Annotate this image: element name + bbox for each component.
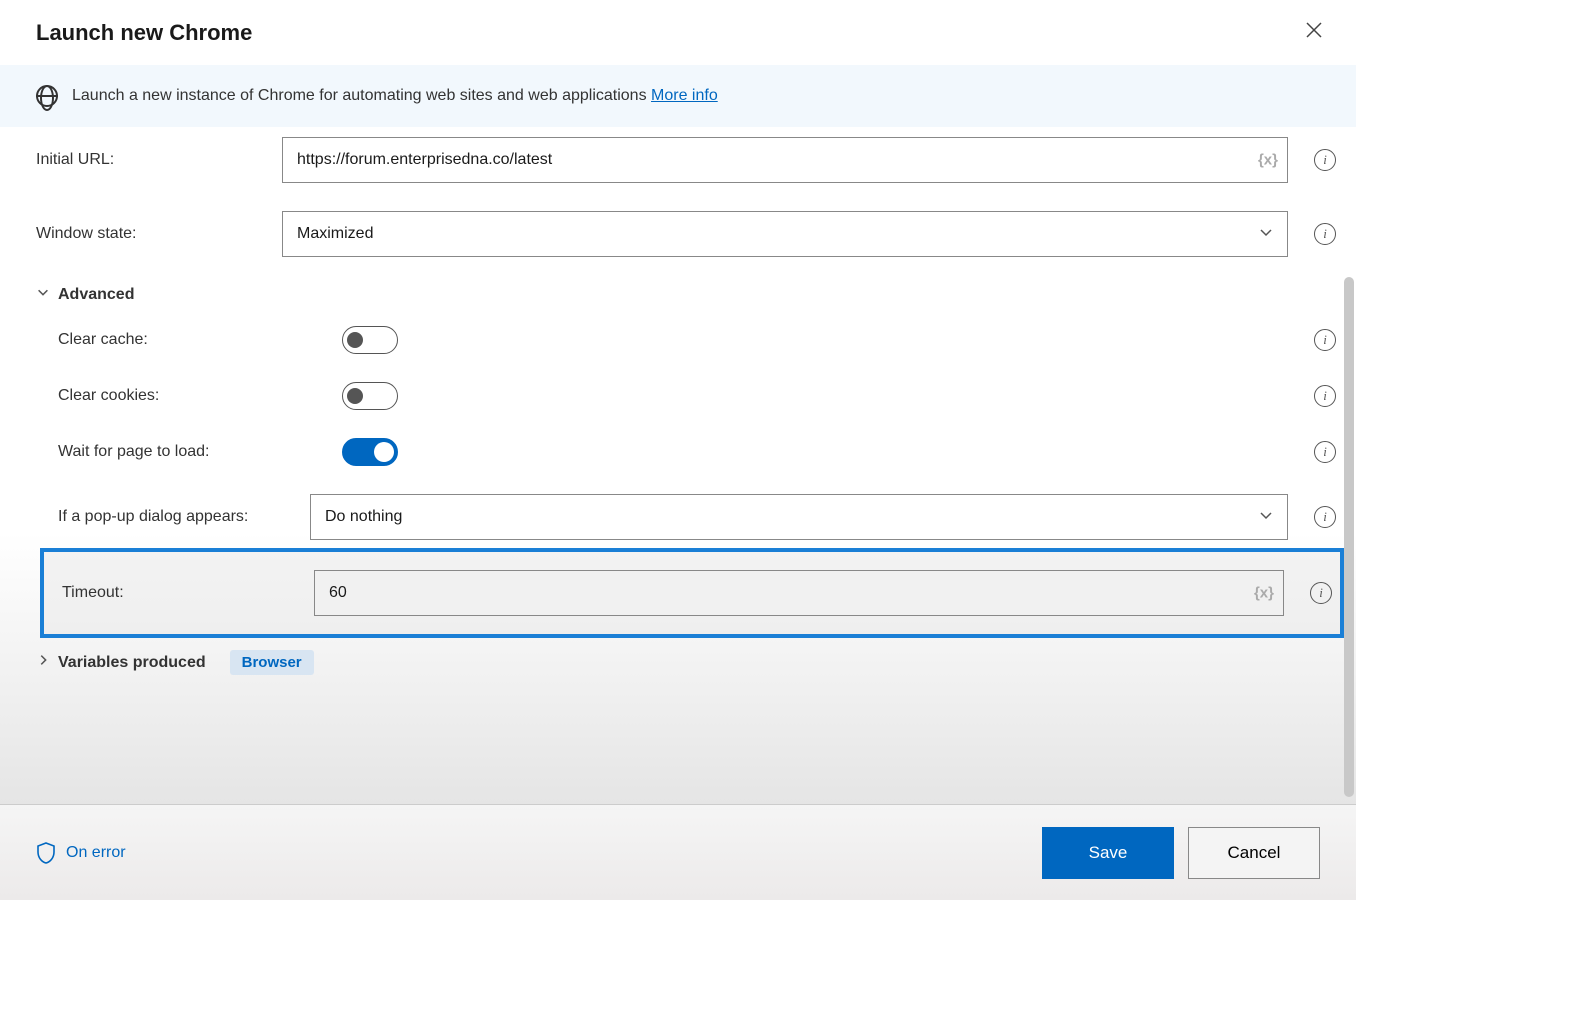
row-timeout: Timeout: {x} i xyxy=(44,570,1332,616)
shield-icon xyxy=(36,842,56,864)
info-icon[interactable]: i xyxy=(1314,441,1336,463)
advanced-contents: Clear cache: i Clear cookies: i Wait for… xyxy=(36,326,1336,638)
clear-cookies-toggle[interactable] xyxy=(342,382,398,410)
dialog-header: Launch new Chrome xyxy=(0,0,1356,65)
row-popup: If a pop-up dialog appears: i xyxy=(58,494,1336,540)
window-state-select[interactable] xyxy=(282,211,1288,257)
timeout-label: Timeout: xyxy=(62,584,298,602)
window-state-label: Window state: xyxy=(36,225,266,243)
dialog-title: Launch new Chrome xyxy=(36,20,252,46)
row-clear-cookies: Clear cookies: i xyxy=(58,382,1336,410)
wait-page-label: Wait for page to load: xyxy=(58,443,288,461)
banner-text: Launch a new instance of Chrome for auto… xyxy=(72,87,718,105)
info-icon[interactable]: i xyxy=(1310,582,1332,604)
advanced-section-toggle[interactable]: Advanced xyxy=(36,285,1336,304)
timeout-highlight: Timeout: {x} i xyxy=(40,548,1344,638)
close-button[interactable] xyxy=(1300,16,1328,49)
footer-buttons: Save Cancel xyxy=(1042,827,1320,879)
popup-label: If a pop-up dialog appears: xyxy=(58,508,294,526)
variables-produced-toggle[interactable]: Variables produced Browser xyxy=(36,650,1336,675)
close-icon xyxy=(1306,22,1322,38)
launch-chrome-dialog: Launch new Chrome Launch a new instance … xyxy=(0,0,1356,900)
on-error-label: On error xyxy=(66,844,126,862)
row-clear-cache: Clear cache: i xyxy=(58,326,1336,354)
save-button[interactable]: Save xyxy=(1042,827,1174,879)
wait-page-toggle[interactable] xyxy=(342,438,398,466)
dialog-body: Initial URL: {x} i Window state: i xyxy=(0,127,1356,804)
row-window-state: Window state: i xyxy=(36,211,1336,257)
chevron-right-icon xyxy=(36,653,50,672)
timeout-input[interactable] xyxy=(314,570,1284,616)
variables-produced-label: Variables produced xyxy=(58,654,206,672)
info-icon[interactable]: i xyxy=(1314,506,1336,528)
dialog-footer: On error Save Cancel xyxy=(0,804,1356,900)
variable-browser-pill[interactable]: Browser xyxy=(230,650,314,675)
cancel-button[interactable]: Cancel xyxy=(1188,827,1320,879)
info-icon[interactable]: i xyxy=(1314,149,1336,171)
scrollbar[interactable] xyxy=(1344,277,1354,797)
info-icon[interactable]: i xyxy=(1314,329,1336,351)
initial-url-input[interactable] xyxy=(282,137,1288,183)
clear-cache-label: Clear cache: xyxy=(58,331,288,349)
info-banner: Launch a new instance of Chrome for auto… xyxy=(0,65,1356,127)
info-icon[interactable]: i xyxy=(1314,223,1336,245)
info-icon[interactable]: i xyxy=(1314,385,1336,407)
row-wait-page: Wait for page to load: i xyxy=(58,438,1336,466)
clear-cookies-label: Clear cookies: xyxy=(58,387,288,405)
advanced-label: Advanced xyxy=(58,286,134,304)
globe-icon xyxy=(36,85,58,107)
on-error-button[interactable]: On error xyxy=(36,842,126,864)
more-info-link[interactable]: More info xyxy=(651,87,718,104)
chevron-down-icon xyxy=(36,285,50,304)
row-initial-url: Initial URL: {x} i xyxy=(36,137,1336,183)
initial-url-label: Initial URL: xyxy=(36,151,266,169)
clear-cache-toggle[interactable] xyxy=(342,326,398,354)
popup-select[interactable] xyxy=(310,494,1288,540)
